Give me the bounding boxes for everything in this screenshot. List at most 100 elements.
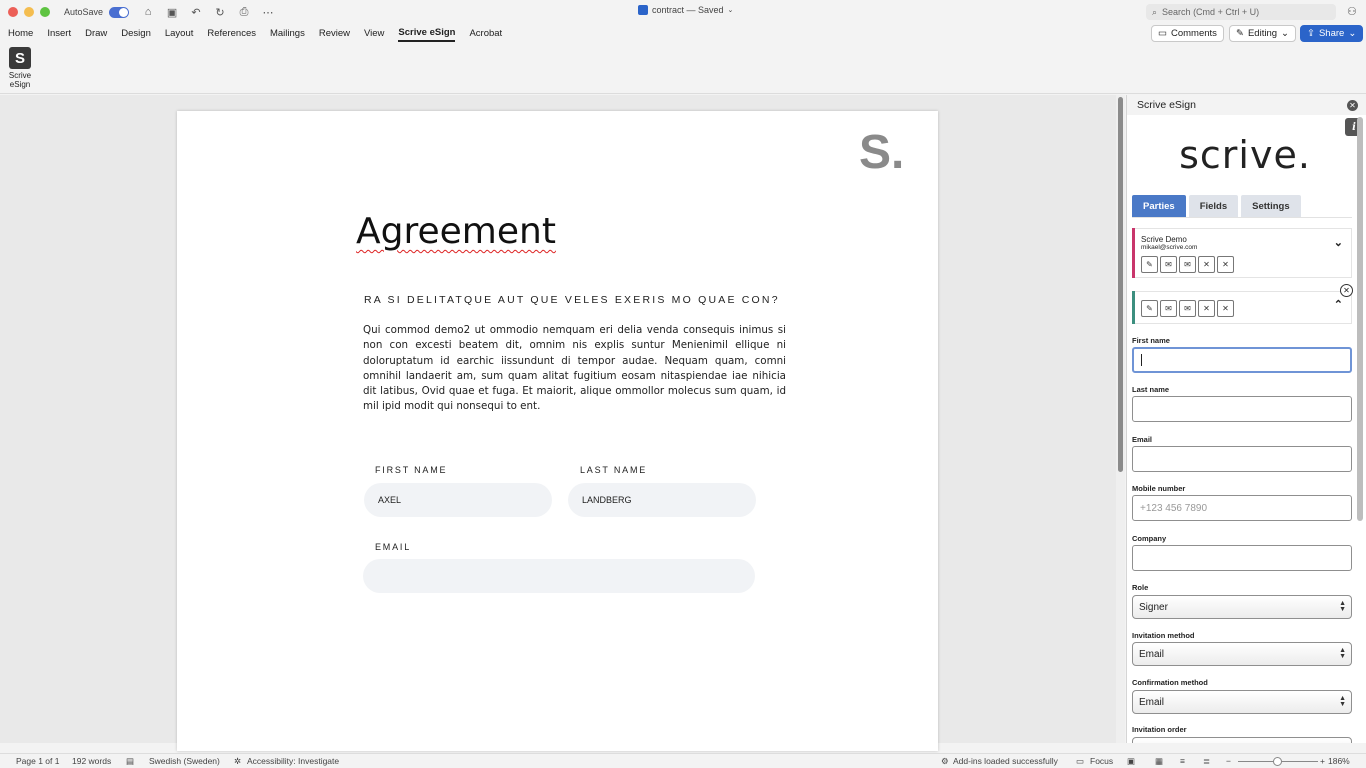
invitation-method-select[interactable]: Email ▲ ▼ — [1132, 642, 1352, 666]
invitation-order-label: Invitation order — [1132, 725, 1187, 734]
last-name-label: LAST NAME — [580, 465, 648, 475]
document-page[interactable]: S. Agreement RA SI DELITATQUE AUT QUE VE… — [177, 111, 938, 751]
chevron-down-icon[interactable]: ⌄ — [1334, 236, 1343, 249]
search-box[interactable]: ⌕ Search (Cmd + Ctrl + U) — [1146, 4, 1336, 20]
document-title-heading[interactable]: Agreement — [356, 211, 556, 252]
tab-mailings[interactable]: Mailings — [270, 26, 305, 41]
focus-button[interactable]: Focus — [1090, 756, 1113, 766]
tab-parties[interactable]: Parties — [1132, 195, 1186, 217]
edit-icon[interactable]: ✎ — [1141, 256, 1158, 273]
autosave-label: AutoSave — [64, 7, 104, 17]
tab-fields[interactable]: Fields — [1188, 195, 1239, 217]
accessibility-status[interactable]: Accessibility: Investigate — [247, 756, 339, 766]
tab-insert[interactable]: Insert — [47, 26, 71, 41]
invitation-order-select[interactable]: 1 ▲▼ — [1132, 737, 1352, 743]
word-document-icon — [638, 5, 648, 15]
email-label: EMAIL — [375, 542, 412, 552]
confirmation-method-select[interactable]: Email ▲ ▼ — [1132, 690, 1352, 714]
zoom-out-icon[interactable]: − — [1226, 756, 1231, 766]
remove-icon[interactable]: ✕ — [1198, 300, 1215, 317]
email-input[interactable] — [1132, 446, 1352, 472]
draft-icon[interactable]: ≣ — [1203, 756, 1210, 767]
zoom-window-button[interactable] — [40, 7, 50, 17]
word-count[interactable]: 192 words — [72, 756, 111, 766]
redo-icon[interactable]: ↻ — [213, 6, 227, 19]
print-layout-icon[interactable]: ▣ — [1127, 756, 1135, 767]
document-title[interactable]: contract — Saved ⌄ — [638, 5, 733, 15]
first-name-input[interactable] — [1132, 347, 1352, 373]
tab-draw[interactable]: Draw — [85, 26, 107, 41]
outline-icon[interactable]: ≡ — [1180, 756, 1185, 766]
last-name-input[interactable] — [1132, 396, 1352, 422]
party-actions: ✎ ✉ ✉ ✕ ✕ — [1141, 256, 1234, 273]
mail-icon[interactable]: ✉ — [1160, 256, 1177, 273]
envelope-icon[interactable]: ✉ — [1179, 300, 1196, 317]
proofing-icon[interactable]: ▤ — [126, 756, 134, 767]
document-scrollbar[interactable] — [1116, 95, 1125, 743]
tab-view[interactable]: View — [364, 26, 384, 41]
tab-home[interactable]: Home — [8, 26, 33, 41]
language-status[interactable]: Swedish (Sweden) — [149, 756, 220, 766]
tab-acrobat[interactable]: Acrobat — [469, 26, 502, 41]
autosave-toggle[interactable] — [109, 6, 130, 18]
tab-settings[interactable]: Settings — [1241, 195, 1301, 217]
page-count[interactable]: Page 1 of 1 — [16, 756, 59, 766]
party-card-2[interactable]: ✎ ✉ ✉ ✕ ✕ ⌃ — [1132, 291, 1352, 324]
zoom-level[interactable]: 186% — [1328, 756, 1350, 766]
mobile-input[interactable]: +123 456 7890 — [1132, 495, 1352, 521]
save-icon[interactable]: ▣ — [165, 6, 179, 19]
tabs-divider — [1132, 217, 1352, 218]
first-name-value: AXEL — [378, 495, 402, 505]
print-icon[interactable]: ⎙ — [237, 6, 251, 19]
email-field[interactable] — [363, 559, 755, 593]
comments-button[interactable]: ▭ Comments — [1151, 25, 1224, 42]
last-name-field[interactable]: LANDBERG — [568, 483, 756, 517]
scrive-logo-icon: S — [9, 47, 31, 69]
delete-icon[interactable]: ✕ — [1217, 256, 1234, 273]
home-icon[interactable]: ⌂ — [141, 6, 155, 18]
scrive-brand-logo: scrive. — [1179, 133, 1311, 177]
share-link-icon[interactable]: ⚇ — [1347, 5, 1357, 18]
text-caret — [1141, 354, 1142, 366]
close-icon[interactable]: ✕ — [1347, 99, 1358, 111]
tab-layout[interactable]: Layout — [165, 26, 194, 41]
zoom-slider-handle[interactable] — [1273, 757, 1282, 766]
document-paragraph[interactable]: Qui commod demo2 ut ommodio nemquam eri … — [363, 323, 786, 415]
focus-icon: ▭ — [1076, 756, 1085, 766]
tab-references[interactable]: References — [207, 26, 256, 41]
company-input[interactable] — [1132, 545, 1352, 571]
search-placeholder: Search (Cmd + Ctrl + U) — [1162, 7, 1260, 17]
tab-design[interactable]: Design — [121, 26, 151, 41]
envelope-icon[interactable]: ✉ — [1179, 256, 1196, 273]
tab-scrive-esign[interactable]: Scrive eSign — [398, 25, 456, 42]
web-layout-icon[interactable]: ▦ — [1155, 756, 1163, 767]
email-input-label: Email — [1132, 435, 1153, 444]
role-select[interactable]: Signer ▲ ▼ — [1132, 595, 1352, 619]
close-window-button[interactable] — [8, 7, 18, 17]
mobile-input-label: Mobile number — [1132, 484, 1186, 493]
zoom-in-icon[interactable]: + — [1320, 756, 1325, 766]
remove-icon[interactable]: ✕ — [1198, 256, 1215, 273]
panel-scrollbar[interactable] — [1357, 117, 1363, 521]
addin-icon: ⚙ — [941, 756, 949, 766]
minimize-window-button[interactable] — [24, 7, 34, 17]
delete-icon[interactable]: ✕ — [1217, 300, 1234, 317]
party-card-1[interactable]: Scrive Demo mikael@scrive.com ✎ ✉ ✉ ✕ ✕ … — [1132, 228, 1352, 278]
undo-icon[interactable]: ↶ — [189, 6, 203, 19]
tab-review[interactable]: Review — [319, 26, 350, 41]
editing-button[interactable]: ✎ Editing ⌄ — [1229, 25, 1296, 42]
first-name-field[interactable]: AXEL — [364, 483, 552, 517]
chevron-up-icon[interactable]: ⌃ — [1334, 298, 1343, 311]
remove-party-icon[interactable]: ✕ — [1340, 284, 1353, 297]
company-input-label: Company — [1132, 534, 1167, 543]
document-canvas: S. Agreement RA SI DELITATQUE AUT QUE VE… — [0, 95, 1116, 751]
scrollbar-thumb[interactable] — [1118, 97, 1123, 472]
title-bar: AutoSave ⌂ ▣ ↶ ↻ ⎙ ⋯ contract — Saved ⌄ … — [0, 0, 1366, 24]
document-subheading[interactable]: RA SI DELITATQUE AUT QUE VELES EXERIS MO… — [364, 294, 780, 306]
scrive-esign-addin-button[interactable]: S Scrive eSign — [7, 47, 33, 89]
mail-icon[interactable]: ✉ — [1160, 300, 1177, 317]
select-arrows-icon: ▲ ▼ — [1339, 695, 1346, 708]
edit-icon[interactable]: ✎ — [1141, 300, 1158, 317]
more-icon[interactable]: ⋯ — [261, 6, 275, 19]
share-button[interactable]: ⇪ Share ⌄ — [1300, 25, 1364, 42]
